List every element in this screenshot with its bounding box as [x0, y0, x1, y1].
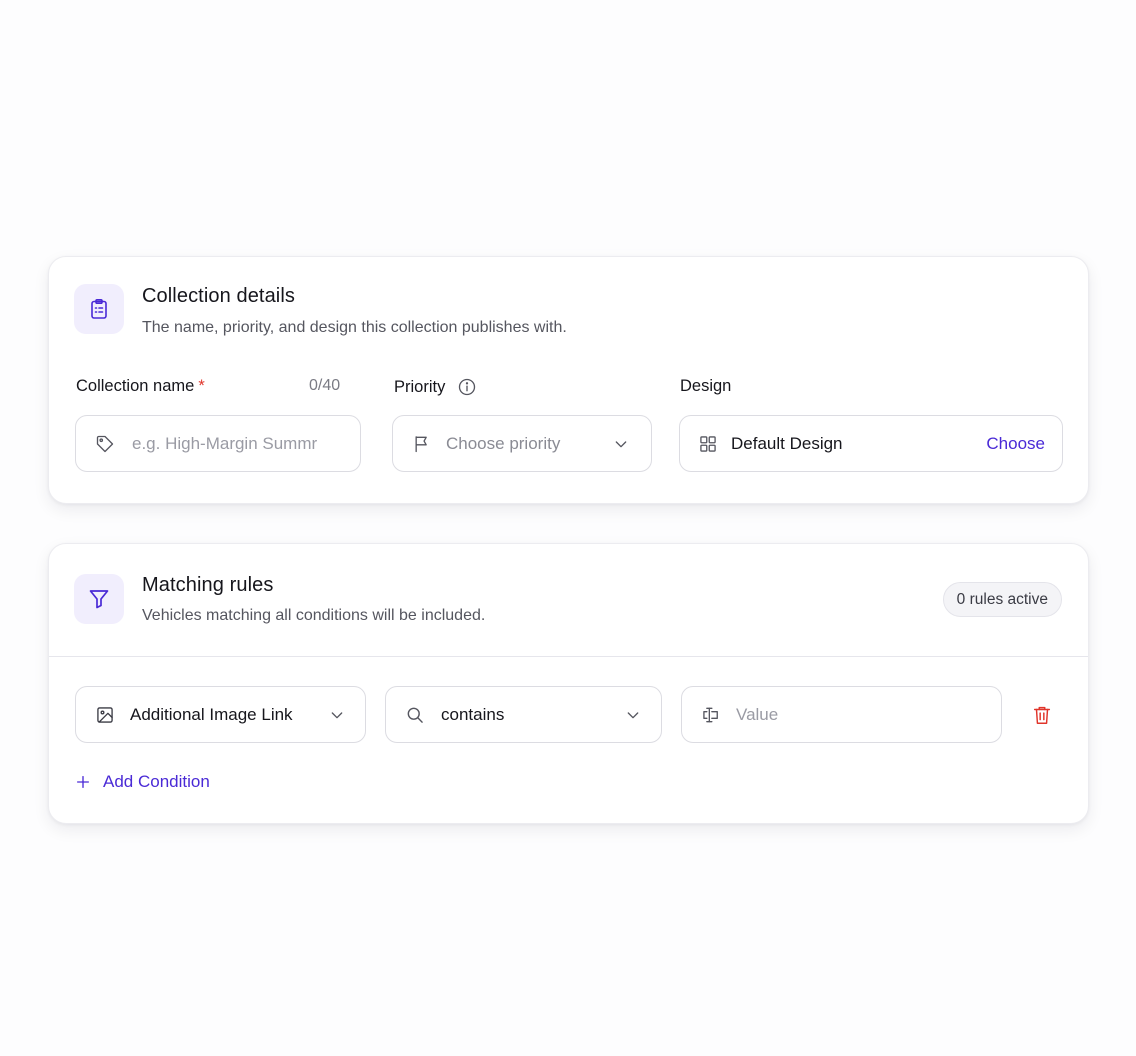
design-field: Default Design Choose [679, 415, 1063, 472]
delete-condition-button[interactable] [1030, 703, 1054, 727]
clipboard-icon [74, 284, 124, 334]
condition-field-select[interactable]: Additional Image Link [75, 686, 366, 743]
condition-operator-select[interactable]: contains [385, 686, 662, 743]
tag-icon [96, 435, 114, 452]
chevron-down-icon [615, 441, 627, 448]
rules-count-badge: 0 rules active [942, 582, 1062, 617]
condition-value-field[interactable] [681, 686, 1002, 743]
section-divider [49, 656, 1088, 657]
info-icon[interactable] [457, 377, 477, 397]
condition-operator-value: contains [441, 704, 505, 724]
condition-field-value: Additional Image Link [130, 704, 293, 724]
choose-design-button[interactable]: Choose [986, 434, 1045, 454]
collection-details-subtitle: The name, priority, and design this coll… [142, 319, 567, 336]
matching-rules-title: Matching rules [142, 574, 274, 596]
collection-details-title: Collection details [142, 285, 295, 307]
priority-label-text: Priority [394, 377, 446, 396]
design-label: Design [680, 377, 731, 396]
matching-rules-subtitle: Vehicles matching all conditions will be… [142, 607, 486, 624]
collection-name-label: Collection name * [76, 377, 205, 396]
text-cursor-icon [703, 707, 718, 722]
collection-name-input[interactable] [132, 433, 332, 454]
priority-label: Priority [394, 377, 477, 397]
chevron-down-icon [331, 712, 343, 719]
page: Collection details The name, priority, a… [0, 0, 1136, 1056]
chevron-down-icon [627, 712, 639, 719]
filter-icon [74, 574, 124, 624]
priority-placeholder: Choose priority [446, 433, 561, 453]
layout-grid-icon [700, 435, 716, 452]
collection-details-card: Collection details The name, priority, a… [48, 256, 1089, 504]
collection-name-counter: 0/40 [309, 377, 341, 394]
condition-value-input[interactable] [736, 704, 976, 725]
matching-rules-card: Matching rules Vehicles matching all con… [48, 543, 1089, 824]
priority-select[interactable]: Choose priority [392, 415, 652, 472]
design-value: Default Design [731, 433, 843, 453]
collection-name-field[interactable] [75, 415, 361, 472]
search-icon [407, 707, 423, 723]
trash-icon [1033, 706, 1051, 724]
plus-icon [77, 776, 89, 788]
collection-name-label-text: Collection name [76, 377, 195, 395]
add-condition-button[interactable]: Add Condition [75, 772, 210, 792]
add-condition-label: Add Condition [103, 772, 210, 791]
flag-icon [415, 435, 427, 452]
image-icon [97, 706, 113, 723]
design-label-text: Design [680, 377, 732, 395]
required-mark: * [198, 377, 205, 395]
